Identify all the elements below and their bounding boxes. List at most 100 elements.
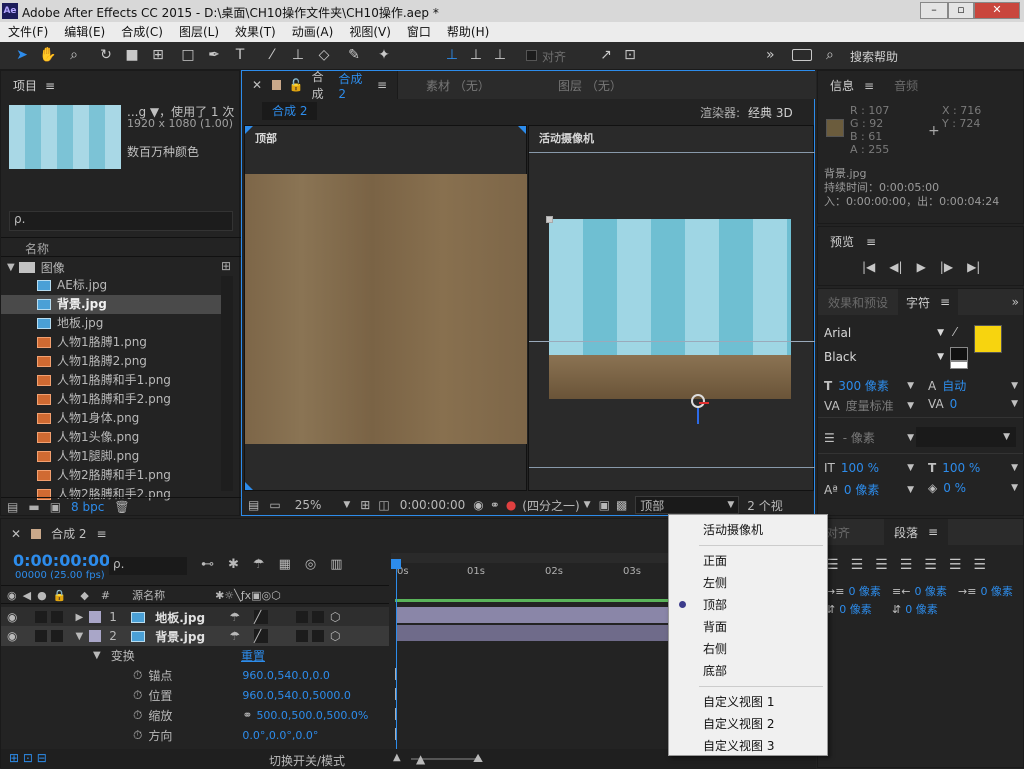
solo-box[interactable]: [35, 630, 48, 642]
file-item[interactable]: 人物2胳膊和手1.png: [1, 466, 221, 485]
layer-row[interactable]: ◉ ▶ 1 地板.jpg ☂ ╱ ⬡: [1, 607, 389, 627]
zoom-out-icon[interactable]: ▲: [393, 752, 401, 763]
panel-menu-icon[interactable]: ≡: [928, 525, 938, 539]
tracking-value[interactable]: 0: [950, 397, 958, 411]
monitor-icon[interactable]: ▭: [269, 498, 280, 512]
eye-icon[interactable]: ◉: [7, 629, 17, 643]
adjustment-switch[interactable]: [295, 630, 308, 642]
work-area-bar[interactable]: [391, 553, 671, 563]
lock-toggle-icon[interactable]: 🔒: [53, 589, 67, 602]
timecode-display[interactable]: 0:00:00:00: [400, 498, 466, 512]
tracking-field[interactable]: VA 0 ▼: [928, 397, 1018, 411]
justify-left-icon[interactable]: ☰: [900, 557, 913, 573]
transform-group[interactable]: ▼ 变换: [93, 645, 135, 665]
expand-arrow-icon[interactable]: ▼: [7, 262, 15, 273]
eraser-tool-icon[interactable]: ◇: [312, 47, 336, 63]
menu-item-top[interactable]: 顶部: [669, 594, 827, 616]
switches-header-icon[interactable]: ✱☼╲ƒx▣◎⬡: [215, 589, 281, 602]
solo-box[interactable]: [35, 611, 48, 623]
workspace-icon[interactable]: [792, 49, 812, 61]
quality-switch-icon[interactable]: ╱: [253, 610, 268, 624]
composition-tab[interactable]: ✕ 🔓 合成 合成 2 ≡: [242, 70, 398, 101]
justify-center-icon[interactable]: ☰: [924, 557, 937, 573]
project-scrollbar[interactable]: [221, 276, 233, 491]
label-icon[interactable]: ◆: [80, 589, 88, 602]
menu-item-custom-view-1[interactable]: 自定义视图 1: [669, 691, 827, 713]
comp-mini-flowchart-icon[interactable]: ⊷: [201, 557, 214, 572]
layer-handle[interactable]: [546, 216, 553, 223]
graph-editor-icon[interactable]: ▥: [330, 557, 342, 572]
transparency-grid-icon[interactable]: ▩: [616, 498, 627, 512]
name-column-header[interactable]: 名称: [25, 240, 49, 257]
rectangle-tool-icon[interactable]: □: [176, 47, 200, 63]
property-value[interactable]: 0.0°,0.0°,0.0°: [242, 729, 318, 742]
eyedropper-icon[interactable]: ⁄: [954, 325, 956, 339]
baseline-shift-field[interactable]: Aª 0 像素 ▼: [824, 481, 914, 498]
property-value[interactable]: 960.0,540.0,0.0: [242, 669, 329, 682]
zoom-tool-icon[interactable]: ⌕: [62, 47, 86, 63]
stroke-width-field[interactable]: ☰ - 像素 ▼: [824, 429, 914, 446]
horizontal-scale-value[interactable]: 100 %: [942, 461, 980, 475]
current-time-indicator[interactable]: [396, 559, 397, 749]
leading-value[interactable]: 自动: [942, 377, 966, 394]
3d-layer-icon[interactable]: ⬡: [330, 629, 340, 643]
menu-item-bottom[interactable]: 底部: [669, 660, 827, 682]
work-area-indicator[interactable]: [395, 599, 671, 602]
panel-menu-icon[interactable]: ≡: [864, 79, 874, 93]
align-tab[interactable]: 对齐: [826, 524, 850, 541]
expand-arrow-icon[interactable]: ▼: [75, 631, 83, 642]
stroke-width-value[interactable]: - 像素: [843, 429, 875, 446]
preview-tab[interactable]: 预览 ≡: [830, 233, 876, 250]
tsume-value[interactable]: 0 %: [943, 481, 966, 495]
panel-menu-icon[interactable]: ≡: [97, 527, 107, 541]
expand-collapse-icon[interactable]: ⊞ ⊡ ⊟: [9, 751, 47, 765]
fill-color-swatch[interactable]: [974, 325, 1002, 353]
indent-left-field[interactable]: →≡ 0 像素: [826, 583, 881, 599]
last-frame-icon[interactable]: ▶|: [967, 260, 980, 274]
top-view-pane[interactable]: 顶部: [244, 125, 527, 491]
resolution-select[interactable]: (四分之一): [522, 497, 579, 514]
panel-menu-icon[interactable]: ≡: [940, 295, 950, 309]
kerning-field[interactable]: VA 度量标准 ▼: [824, 397, 914, 414]
maximize-button[interactable]: ▫: [948, 2, 974, 19]
eye-icon[interactable]: ◉: [7, 610, 17, 624]
shy-switch-icon[interactable]: ☂: [229, 629, 240, 643]
close-tab-icon[interactable]: ✕: [252, 78, 262, 92]
file-item[interactable]: 人物1身体.png: [1, 409, 221, 428]
white-swatch[interactable]: [950, 361, 968, 369]
resolution-dropdown-icon[interactable]: ▼: [584, 500, 591, 510]
current-time-display[interactable]: 0:00:00:00: [13, 551, 110, 570]
source-name-header[interactable]: 源名称: [132, 587, 165, 603]
draft-3d-icon[interactable]: ✱: [228, 557, 239, 572]
file-item[interactable]: 人物1胳膊1.png: [1, 333, 221, 352]
menu-item-back[interactable]: 背面: [669, 616, 827, 638]
info-tab[interactable]: 信息: [830, 77, 854, 94]
indent-right-value[interactable]: 0 像素: [914, 583, 947, 599]
active-camera-pane[interactable]: 活动摄像机: [528, 125, 815, 491]
clone-stamp-tool-icon[interactable]: ⊥: [286, 47, 310, 63]
anchor-point-icon[interactable]: [691, 394, 705, 408]
layer-2-duration-bar[interactable]: [397, 625, 671, 641]
vertical-scale-value[interactable]: 100 %: [841, 461, 879, 475]
show-snapshot-icon[interactable]: ⚭: [490, 498, 500, 512]
folder-row[interactable]: ▼ 图像: [7, 259, 65, 276]
font-size-value[interactable]: 300 像素: [838, 377, 889, 394]
footage-tab[interactable]: 素材 （无）: [426, 77, 546, 94]
adjustment-switch[interactable]: [295, 611, 308, 623]
property-value[interactable]: 960.0,540.0,5000.0: [242, 689, 350, 702]
stopwatch-icon[interactable]: ⏱: [133, 708, 142, 723]
black-swatch[interactable]: [950, 347, 968, 361]
camera-tool-icon[interactable]: ■: [120, 47, 144, 63]
playhead-icon[interactable]: [391, 559, 401, 569]
zoom-slider-thumb[interactable]: ▲: [416, 752, 425, 766]
panel-menu-icon[interactable]: ≡: [866, 235, 876, 249]
audio-toggle-icon[interactable]: ◀: [23, 589, 31, 602]
space-before-field[interactable]: ⇵ 0 像素: [826, 601, 872, 617]
space-before-value[interactable]: 0 像素: [839, 601, 872, 617]
local-axis-icon[interactable]: ⊥: [440, 47, 464, 63]
expand-arrow-icon[interactable]: ▼: [93, 650, 101, 661]
close-button[interactable]: ✕: [974, 2, 1020, 19]
flowchart-icon[interactable]: ⊞: [221, 259, 231, 273]
indent-first-value[interactable]: 0 像素: [980, 583, 1013, 599]
3d-view-select[interactable]: 顶部 ▼: [635, 496, 740, 514]
